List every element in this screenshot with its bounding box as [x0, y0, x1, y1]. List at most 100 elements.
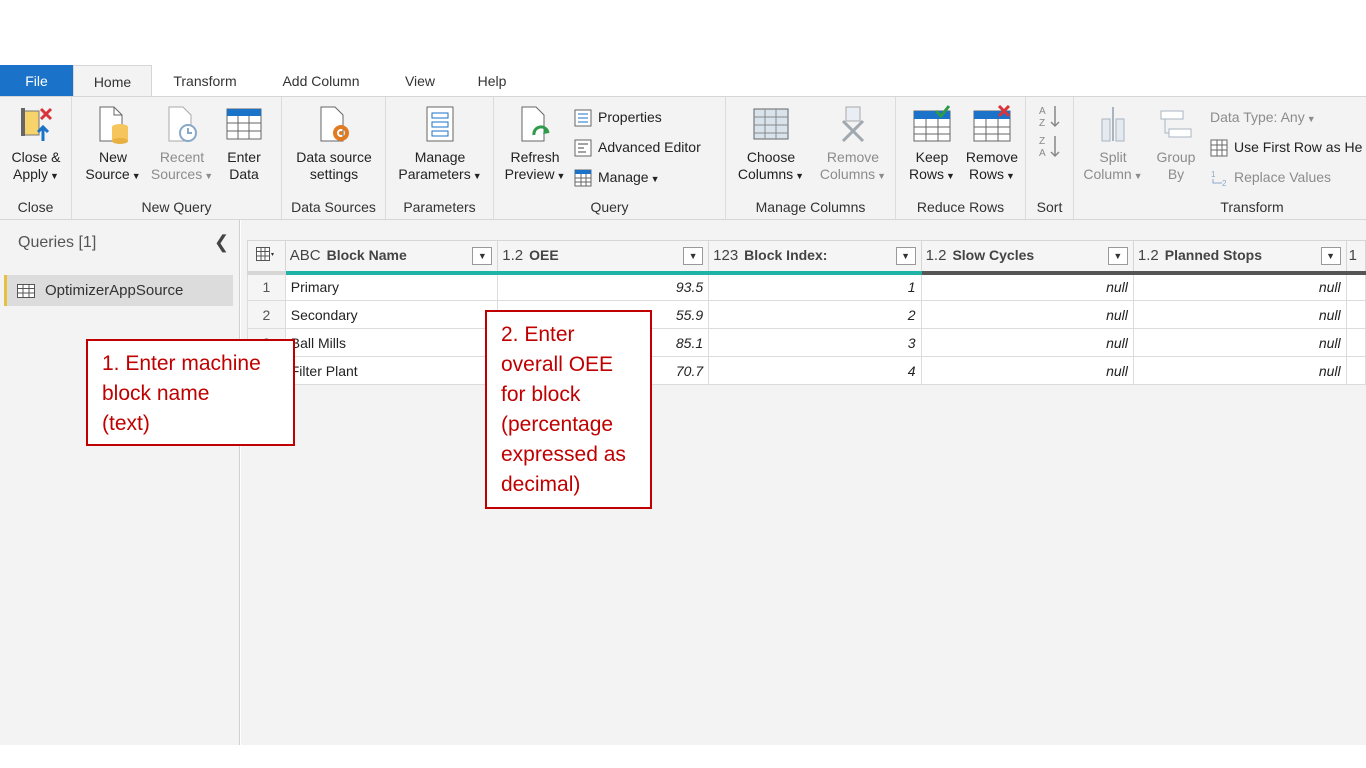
properties-button[interactable]: Properties [574, 105, 662, 129]
sort-ascending-icon: AZ [1039, 106, 1060, 129]
column-header-oee[interactable]: 1.2 OEE ▼ [497, 240, 710, 275]
column-name: OEE [529, 247, 559, 264]
group-sort: AZ ZA Sort [1026, 97, 1074, 219]
filter-dropdown-icon[interactable]: ▼ [472, 247, 493, 265]
replace-values-button[interactable]: 1 2 Replace Values [1210, 165, 1331, 189]
tab-transform[interactable]: Transform [160, 65, 250, 97]
group-label-manage-columns: Manage Columns [755, 199, 866, 215]
cell-planned-stops[interactable]: null [1132, 272, 1347, 301]
chevron-down-icon: ▼ [50, 171, 59, 181]
sort-ascending-button[interactable]: AZ [1038, 103, 1066, 129]
tab-add-column[interactable]: Add Column [268, 65, 374, 97]
close-apply-label: Close & [11, 149, 61, 165]
callout-line: overall OEE [501, 353, 614, 376]
enter-data-button[interactable]: Enter Data [218, 105, 270, 183]
table-row: 1 Primary 93.5 1 null null [247, 272, 1366, 301]
remove-columns-icon [841, 106, 865, 143]
new-source-icon [99, 106, 128, 144]
cell-block-name[interactable]: Secondary [284, 300, 499, 329]
collapse-pane-icon[interactable]: ❮ [214, 232, 229, 253]
manage-button[interactable]: Manage ▼ [574, 165, 660, 189]
filter-dropdown-icon[interactable]: ▼ [1320, 247, 1341, 265]
bottom-strip [0, 745, 1366, 768]
recent-sources-label-2: Sources [150, 166, 203, 182]
recent-sources-icon [168, 106, 197, 142]
choose-columns-icon [753, 108, 789, 140]
table-row: 3 Ball Mills 85.1 3 null null [247, 328, 1366, 357]
callout-line: 2. Enter [501, 323, 575, 346]
grid-header-row: ABC Block Name ▼ 1.2 OEE ▼ 123 Block Index:… [247, 240, 1366, 275]
table-icon [1210, 139, 1228, 157]
cell-planned-stops[interactable]: null [1132, 300, 1347, 329]
remove-columns-button[interactable]: Remove Columns ▼ [814, 105, 892, 185]
group-data-sources: Data source settings Data Sources [282, 97, 386, 219]
chevron-down-icon: ▼ [1133, 171, 1143, 181]
replace-values-label: Replace Values [1234, 169, 1332, 185]
cell-block-index[interactable]: 3 [708, 328, 922, 357]
new-source-button[interactable]: New Source ▼ [80, 105, 146, 185]
svg-text:A: A [1039, 106, 1046, 117]
split-column-button[interactable]: Split Column ▼ [1078, 105, 1148, 185]
tab-file[interactable]: File [0, 65, 73, 97]
column-header-slow-cycles[interactable]: 1.2 Slow Cycles ▼ [920, 240, 1134, 275]
cell-slow-cycles[interactable]: null [920, 328, 1134, 357]
keep-rows-label-2: Rows [909, 166, 945, 182]
decimal-type-icon: 1.2 [925, 247, 947, 265]
cell-block-name[interactable]: Ball Mills [284, 328, 499, 357]
sort-descending-button[interactable]: ZA [1038, 133, 1066, 159]
cell-block-name[interactable]: Primary [284, 272, 499, 301]
use-first-row-button[interactable]: Use First Row as He [1210, 135, 1362, 159]
close-apply-button[interactable]: Close & Apply ▼ [4, 105, 68, 185]
group-label-parameters: Parameters [403, 199, 476, 215]
column-header-planned-stops[interactable]: 1.2 Planned Stops ▼ [1132, 240, 1347, 275]
group-by-button[interactable]: Group By [1150, 105, 1202, 183]
split-column-label: Split [1099, 149, 1127, 165]
keep-rows-button[interactable]: Keep Rows ▼ [904, 105, 960, 185]
group-by-label-2: By [1167, 166, 1185, 182]
column-header-block-index[interactable]: 123 Block Index: ▼ [708, 240, 922, 275]
filter-dropdown-icon[interactable]: ▼ [683, 247, 704, 265]
refresh-preview-button[interactable]: Refresh Preview ▼ [500, 105, 570, 185]
filter-dropdown-icon[interactable]: ▼ [895, 247, 916, 265]
remove-rows-icon [973, 105, 1011, 142]
data-source-settings-button[interactable]: Data source settings [286, 105, 382, 183]
callout-line: (percentage [501, 413, 614, 436]
chevron-down-icon: ▼ [1006, 171, 1015, 181]
manage-parameters-button[interactable]: Manage Parameters ▼ [392, 105, 488, 185]
group-label-close: Close [17, 199, 54, 215]
tab-help[interactable]: Help [466, 65, 518, 97]
manage-parameters-label: Manage [414, 149, 466, 165]
recent-sources-button[interactable]: Recent Sources ▼ [150, 105, 214, 185]
row-number: 2 [247, 300, 286, 329]
decimal-type-icon: 1.2 [502, 247, 524, 265]
cell-planned-stops[interactable]: null [1132, 356, 1347, 385]
remove-rows-button[interactable]: Remove Rows ▼ [960, 105, 1024, 185]
cell-block-name[interactable]: Filter Plant [284, 356, 499, 385]
cell-oee[interactable]: 93.5 [497, 272, 710, 301]
column-header-block-name[interactable]: ABC Block Name ▼ [284, 240, 499, 275]
data-type-dropdown[interactable]: Data Type: Any ▼ [1210, 105, 1316, 129]
table-icon [226, 108, 262, 140]
manage-parameters-label-2: Parameters [398, 166, 471, 182]
choose-columns-button[interactable]: Choose Columns ▼ [732, 105, 810, 185]
cell-block-index[interactable]: 1 [708, 272, 922, 301]
advanced-editor-button[interactable]: Advanced Editor [574, 135, 701, 159]
filter-dropdown-icon[interactable]: ▼ [1107, 247, 1128, 265]
column-header-partial[interactable]: 1 [1345, 240, 1366, 275]
group-transform: Split Column ▼ Group By Data Type: Any ▼ U… [1074, 97, 1366, 219]
tab-view[interactable]: View [395, 65, 445, 97]
table-icon [574, 169, 592, 187]
group-label-query: Query [590, 199, 629, 215]
cell-slow-cycles[interactable]: null [920, 300, 1134, 329]
refresh-label-2: Preview [504, 166, 555, 182]
cell-slow-cycles[interactable]: null [920, 272, 1134, 301]
cell-block-index[interactable]: 4 [708, 356, 922, 385]
cell-block-index[interactable]: 2 [708, 300, 922, 329]
query-item[interactable]: OptimizerAppSource [4, 275, 233, 306]
data-source-settings-label: Data source [296, 149, 372, 165]
chevron-down-icon: ▼ [556, 171, 566, 181]
cell-slow-cycles[interactable]: null [920, 356, 1134, 385]
tab-home[interactable]: Home [73, 65, 152, 98]
table-menu-icon[interactable] [247, 240, 286, 275]
cell-planned-stops[interactable]: null [1132, 328, 1347, 357]
